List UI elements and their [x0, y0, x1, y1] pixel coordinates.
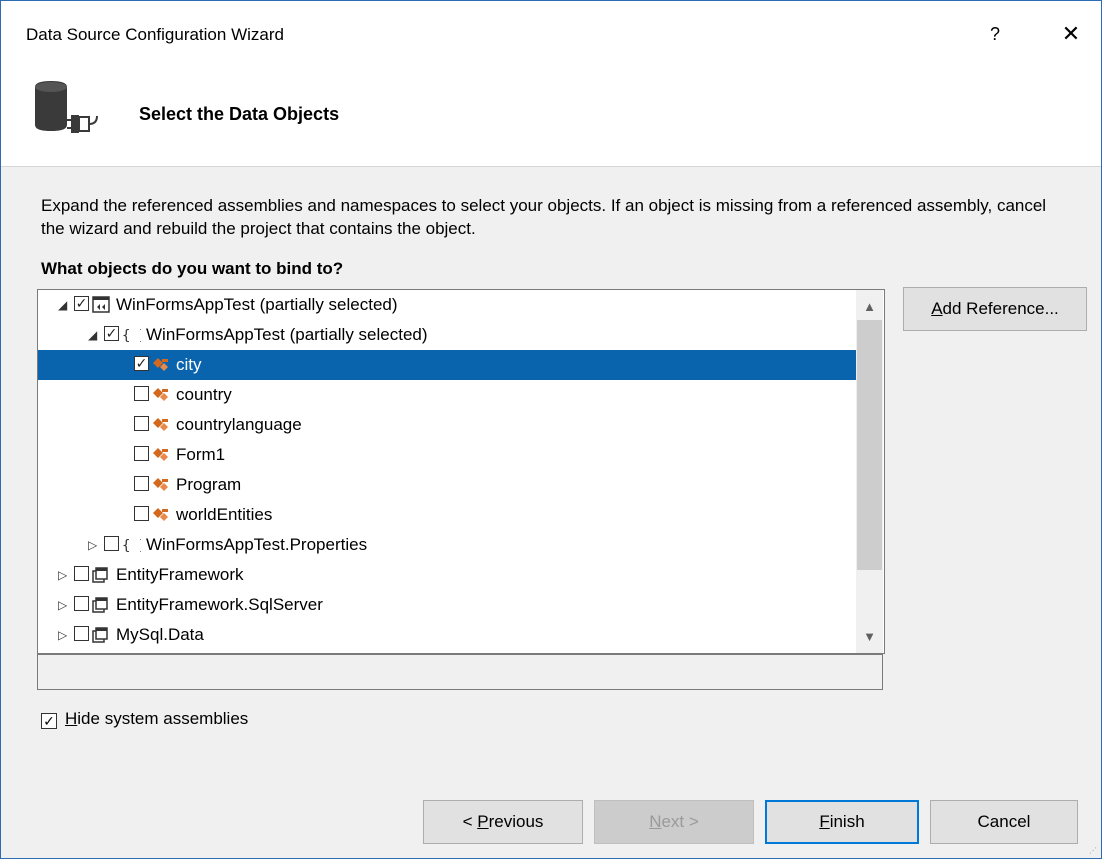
tree-checkbox[interactable]: [74, 596, 89, 611]
hide-system-assemblies-checkbox[interactable]: ✓: [41, 713, 57, 729]
mnemonic: H: [65, 709, 78, 728]
tree-checkbox[interactable]: ✓: [134, 356, 149, 371]
tree-item-label: city: [176, 355, 202, 374]
tree-item-label: Form1: [176, 445, 226, 464]
wizard-window: Data Source Configuration Wizard ? ✕ Sel…: [0, 0, 1102, 859]
option-label: ide system assemblies: [77, 709, 249, 728]
tree-row[interactable]: ▷ EntityFramework.SqlServer: [38, 590, 856, 620]
tree-row[interactable]: ◢ ✓{ } WinFormsAppTest (partially selected…: [38, 320, 856, 350]
button-label: <: [462, 812, 478, 831]
data-objects-tree[interactable]: ◢ ✓ WinFormsAppTest (partially selected) ◢ ✓…: [37, 289, 885, 654]
description-box: [37, 654, 883, 690]
help-button[interactable]: ?: [982, 19, 1008, 49]
mnemonic: A: [931, 299, 943, 318]
tree-checkbox[interactable]: [104, 536, 119, 551]
class-icon: [151, 445, 171, 465]
next-button[interactable]: Next >: [594, 800, 754, 844]
close-button[interactable]: ✕: [1056, 19, 1086, 49]
class-icon: [151, 475, 171, 495]
database-connection-icon: [35, 81, 98, 133]
expand-arrow-icon[interactable]: ▷: [58, 598, 70, 612]
tree-vertical-scrollbar[interactable]: ▲ ▼: [856, 290, 883, 653]
previous-button[interactable]: < Previous: [423, 800, 583, 844]
title-bar: Data Source Configuration Wizard ? ✕: [1, 1, 1101, 71]
tree-row[interactable]: ▷ MySql.Data: [38, 620, 856, 650]
tree-checkbox[interactable]: [74, 566, 89, 581]
button-label: dd Reference...: [942, 299, 1059, 318]
scroll-up-icon[interactable]: ▲: [856, 294, 883, 319]
collapse-arrow-icon[interactable]: ◢: [88, 328, 100, 342]
tree-checkbox[interactable]: ✓: [74, 296, 89, 311]
instructions-text: Expand the referenced assemblies and nam…: [41, 196, 1047, 238]
svg-text:{ }: { }: [122, 538, 141, 554]
tree-item-label: Program: [176, 475, 242, 494]
tree-item-label: WinFormsAppTest.Properties: [146, 535, 368, 554]
tree-row[interactable]: ✓ city: [38, 350, 856, 380]
button-label: inish: [829, 812, 865, 831]
add-reference-button[interactable]: Add Reference...: [903, 287, 1087, 331]
cancel-button[interactable]: Cancel: [930, 800, 1078, 844]
mnemonic: P: [477, 812, 489, 831]
wizard-header: Select the Data Objects: [1, 71, 1101, 167]
mnemonic: N: [649, 812, 662, 831]
tree-row[interactable]: ▷ { } WinFormsAppTest.Properties: [38, 530, 856, 560]
hide-system-assemblies-option[interactable]: ✓ Hide system assemblies: [41, 709, 248, 729]
svg-text:{ }: { }: [122, 328, 141, 344]
collapse-arrow-icon[interactable]: ◢: [58, 298, 70, 312]
class-icon: [151, 355, 171, 375]
tree-row[interactable]: Form1: [38, 440, 856, 470]
window-title: Data Source Configuration Wizard: [26, 25, 284, 44]
tree-checkbox[interactable]: [74, 626, 89, 641]
tree-prompt-label: What objects do you want to bind to?: [41, 259, 344, 278]
assembly-icon: [91, 625, 111, 645]
namespace-icon: { }: [121, 325, 147, 345]
assembly-icon: [91, 595, 111, 615]
expand-arrow-icon[interactable]: ▷: [58, 568, 70, 582]
scroll-down-icon[interactable]: ▼: [856, 624, 883, 649]
page-title: Select the Data Objects: [139, 104, 340, 124]
assembly-icon: [91, 565, 111, 585]
expand-arrow-icon[interactable]: ▷: [88, 538, 100, 552]
scroll-thumb[interactable]: [857, 320, 882, 570]
tree-item-label: worldEntities: [176, 505, 273, 524]
button-label: revious: [488, 812, 544, 831]
class-icon: [151, 505, 171, 525]
class-icon: [151, 415, 171, 435]
tree-checkbox[interactable]: [134, 476, 149, 491]
expand-arrow-icon[interactable]: ▷: [58, 628, 70, 642]
tree-item-label: country: [176, 385, 232, 404]
tree-item-label: MySql.Data: [116, 625, 204, 644]
tree-checkbox[interactable]: [134, 386, 149, 401]
tree-item-label: EntityFramework.SqlServer: [116, 595, 323, 614]
tree-checkbox[interactable]: ✓: [104, 326, 119, 341]
button-label: ext >: [661, 812, 699, 831]
namespace-icon: { }: [121, 535, 147, 555]
tree-item-label: WinFormsAppTest (partially selected): [146, 325, 428, 344]
class-icon: [151, 385, 171, 405]
tree-checkbox[interactable]: [134, 506, 149, 521]
tree-item-label: WinFormsAppTest (partially selected): [116, 295, 398, 314]
tree-row[interactable]: Program: [38, 470, 856, 500]
tree-row[interactable]: countrylanguage: [38, 410, 856, 440]
tree-item-label: countrylanguage: [176, 415, 302, 434]
resize-grip-icon[interactable]: ⋰: [1089, 846, 1099, 856]
tree-row[interactable]: country: [38, 380, 856, 410]
mnemonic: F: [819, 812, 830, 831]
tree-row[interactable]: ◢ ✓ WinFormsAppTest (partially selected): [38, 290, 856, 320]
finish-button[interactable]: Finish: [765, 800, 919, 844]
tree-item-label: EntityFramework: [116, 565, 244, 584]
project-icon: [91, 295, 111, 315]
tree-row[interactable]: ▷ EntityFramework: [38, 560, 856, 590]
tree-checkbox[interactable]: [134, 416, 149, 431]
tree-row[interactable]: worldEntities: [38, 500, 856, 530]
tree-checkbox[interactable]: [134, 446, 149, 461]
